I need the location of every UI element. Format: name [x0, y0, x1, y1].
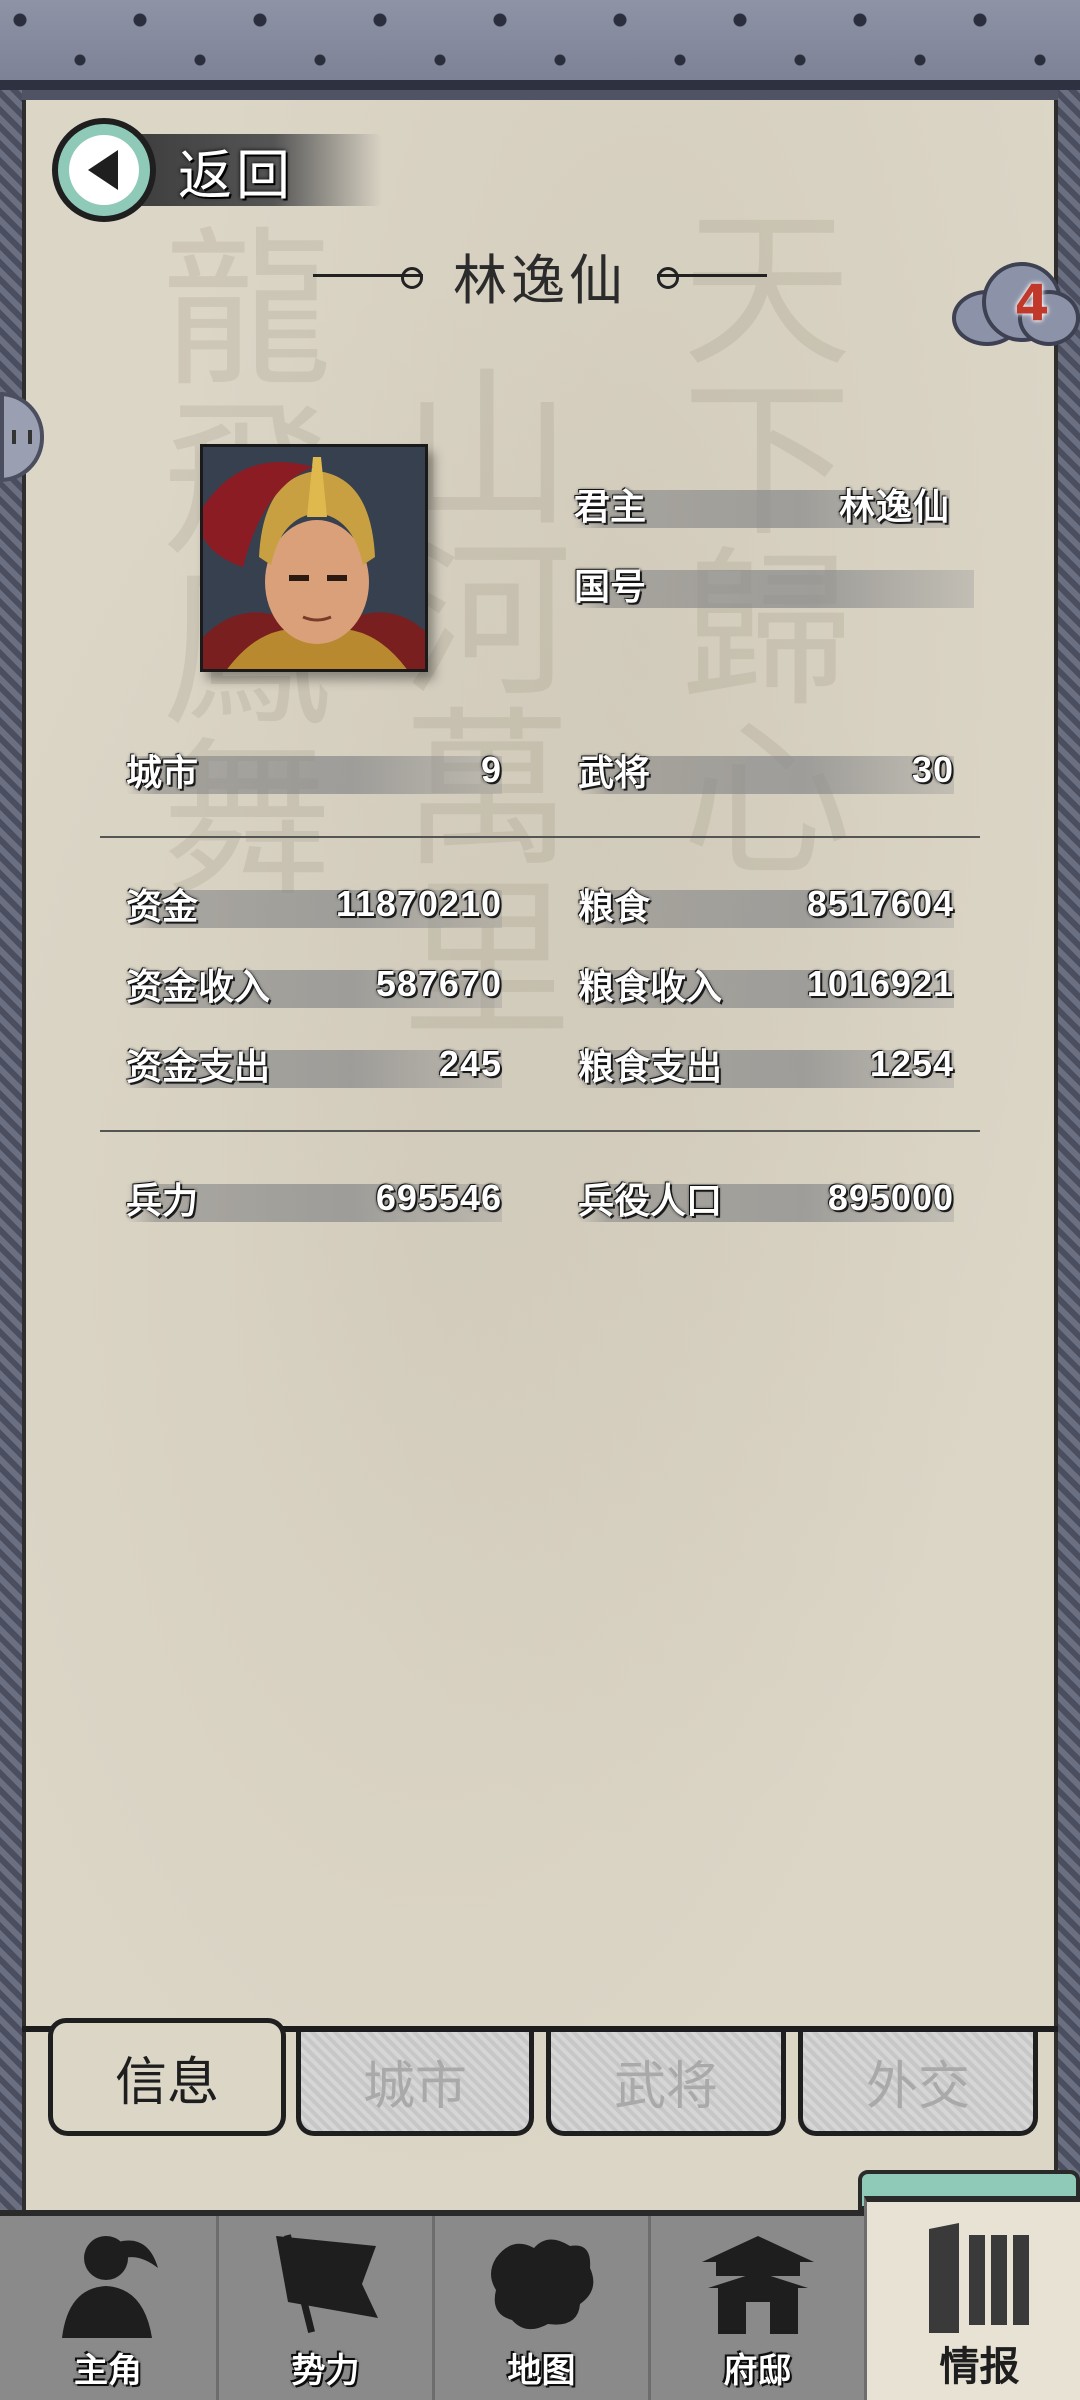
nav-map[interactable]: 地图 [432, 2216, 648, 2400]
cities-value: 9 [480, 749, 502, 790]
lord-portrait [200, 444, 428, 672]
funds-row: 资金 11870210 [126, 882, 502, 928]
cloud-badge[interactable]: 4 [948, 254, 1080, 354]
troops-label: 兵力 [126, 1181, 199, 1222]
map-icon [477, 2223, 607, 2343]
grain-value: 8517604 [806, 883, 954, 924]
nav-faction-label: 势力 [291, 2351, 360, 2391]
cities-label: 城市 [126, 753, 199, 794]
grain-expense-value: 1254 [869, 1043, 954, 1084]
mansion-icon [693, 2223, 823, 2343]
tab-diplomacy-label: 外交 [865, 2057, 970, 2117]
info-panel: 龍飛鳳舞 山河萬里 天下歸心 [22, 100, 1058, 2210]
nav-mansion[interactable]: 府邸 [648, 2216, 864, 2400]
nav-intel[interactable]: 情报 [864, 2196, 1080, 2400]
funds-income-row: 资金收入 587670 [126, 962, 502, 1008]
nav-faction[interactable]: 势力 [216, 2216, 432, 2400]
funds-income-value: 587670 [375, 963, 502, 1004]
lord-value: 林逸仙 [838, 486, 950, 527]
divider [100, 836, 980, 838]
generals-row: 武将 30 [578, 748, 954, 794]
tab-generals[interactable]: 武将 [546, 2032, 786, 2136]
nation-row: 国号 [574, 562, 974, 608]
info-tabs: 信息 城市 武将 外交 [22, 2018, 1058, 2136]
troops-row: 兵力 695546 [126, 1176, 502, 1222]
tab-cities-label: 城市 [362, 2057, 467, 2117]
grain-expense-row: 粮食支出 1254 [578, 1042, 954, 1088]
grain-income-row: 粮食收入 1016921 [578, 962, 954, 1008]
nav-mansion-label: 府邸 [723, 2351, 792, 2391]
grain-row: 粮食 8517604 [578, 882, 954, 928]
bottom-nav: 主角 势力 地图 府邸 情报 [0, 2196, 1080, 2400]
warrior-icon [43, 2223, 173, 2343]
tab-info-label: 信息 [114, 2052, 219, 2113]
page-title-group: 林逸仙 [300, 240, 780, 312]
nav-protagonist-label: 主角 [74, 2351, 142, 2391]
funds-expense-row: 资金支出 245 [126, 1042, 502, 1088]
funds-value: 11870210 [335, 883, 502, 924]
badge-count: 4 [1014, 274, 1050, 332]
tab-generals-label: 武将 [613, 2057, 718, 2117]
conscript-pop-row: 兵役人口 895000 [578, 1176, 954, 1222]
cities-row: 城市 9 [126, 748, 502, 794]
nav-map-label: 地图 [507, 2351, 576, 2391]
nav-intel-label: 情报 [939, 2344, 1020, 2390]
tab-info[interactable]: 信息 [48, 2018, 286, 2136]
lord-row: 君主 林逸仙 [574, 482, 950, 528]
conscript-pop-label: 兵役人口 [578, 1181, 723, 1222]
generals-label: 武将 [578, 753, 651, 794]
funds-label: 资金 [126, 887, 199, 928]
grain-income-value: 1016921 [806, 963, 954, 1004]
back-label: 返回 [178, 143, 294, 207]
grain-expense-label: 粮食支出 [578, 1047, 723, 1088]
grain-label: 粮食 [578, 887, 651, 928]
funds-income-label: 资金收入 [126, 967, 271, 1008]
title-ornament-right [657, 267, 767, 289]
funds-expense-value: 245 [438, 1043, 502, 1084]
top-decorative-band [0, 0, 1080, 90]
grain-income-label: 粮食收入 [578, 967, 723, 1008]
scroll-icon [915, 2214, 1045, 2334]
page-title: 林逸仙 [453, 248, 627, 312]
divider [100, 1130, 980, 1132]
tab-diplomacy[interactable]: 外交 [798, 2032, 1038, 2136]
back-button[interactable]: 返回 [52, 118, 382, 222]
troops-value: 695546 [375, 1177, 502, 1218]
tab-cities[interactable]: 城市 [296, 2032, 534, 2136]
back-arrow-icon [52, 118, 156, 222]
funds-expense-label: 资金支出 [126, 1047, 271, 1088]
flag-icon [261, 2223, 391, 2343]
nation-label: 国号 [574, 567, 647, 608]
generals-value: 30 [911, 749, 954, 790]
title-ornament-left [313, 267, 423, 289]
conscript-pop-value: 895000 [827, 1177, 954, 1218]
lord-label: 君主 [574, 487, 647, 528]
right-frame [1058, 90, 1080, 2210]
nav-protagonist[interactable]: 主角 [0, 2216, 216, 2400]
